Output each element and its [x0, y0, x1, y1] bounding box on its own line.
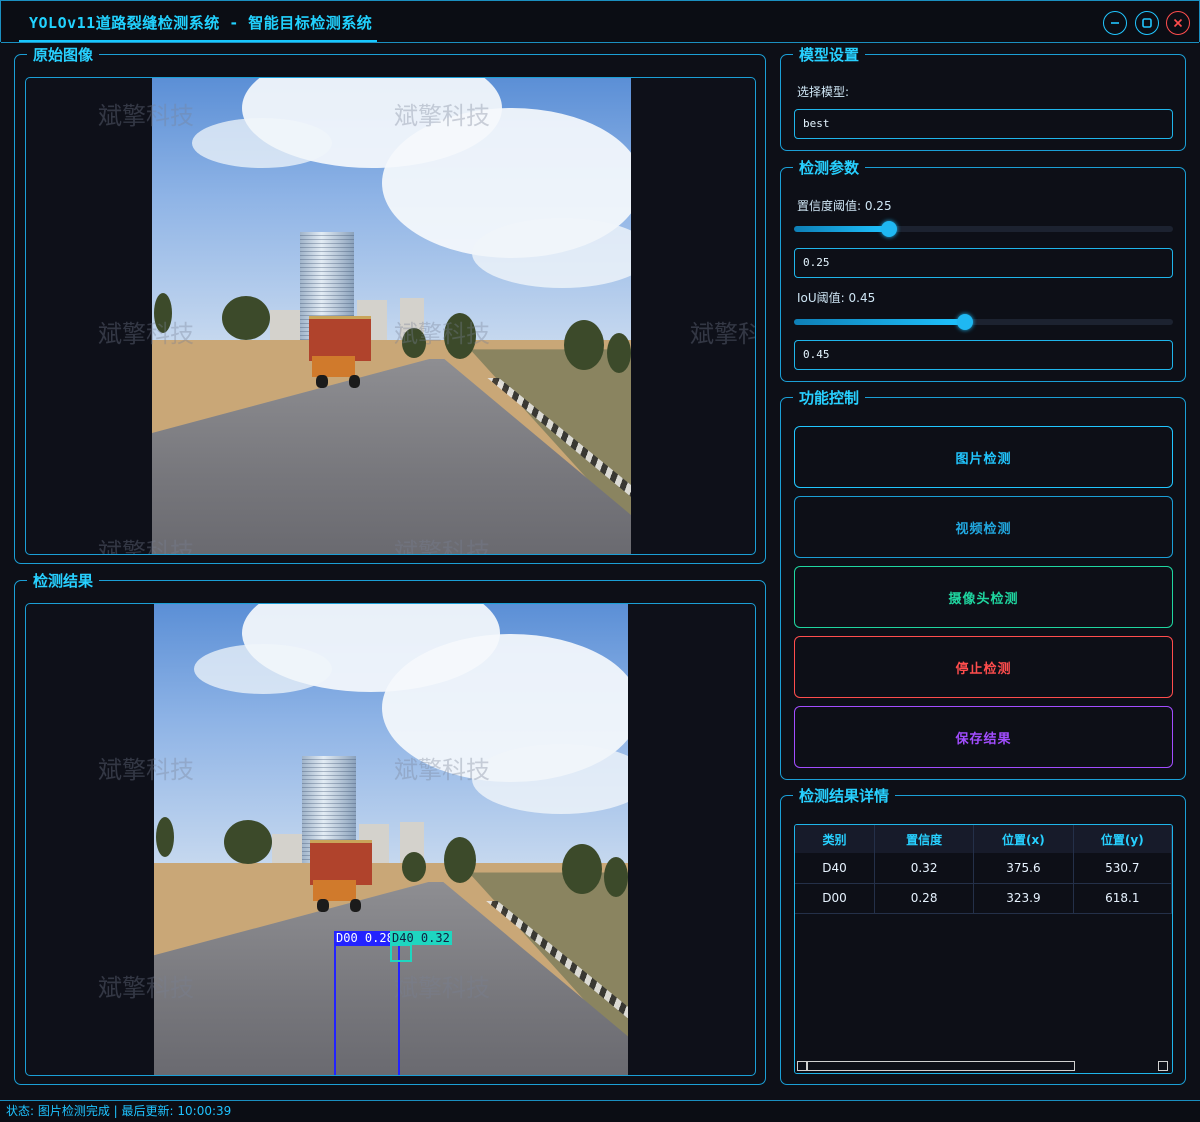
cell-y: 530.7 — [1073, 853, 1172, 884]
cell-confidence: 0.28 — [874, 883, 975, 914]
detection-box-d00 — [334, 944, 400, 1075]
save-result-button[interactable]: 保存结果 — [794, 706, 1173, 768]
model-select[interactable]: best — [794, 109, 1173, 139]
cell-x: 323.9 — [973, 883, 1074, 914]
close-button[interactable] — [1166, 11, 1190, 35]
minimize-button[interactable] — [1103, 11, 1127, 35]
model-settings-group: 模型设置 选择模型: best — [780, 45, 1186, 151]
confidence-input[interactable]: 0.25 — [794, 248, 1173, 278]
cell-y: 618.1 — [1073, 883, 1172, 914]
table-row[interactable]: D40 0.32 375.6 530.7 — [795, 853, 1172, 884]
results-header-row: 类别 置信度 位置(x) 位置(y) — [795, 825, 1172, 853]
confidence-slider-fill — [794, 226, 889, 232]
cell-confidence: 0.32 — [874, 853, 975, 884]
cell-x: 375.6 — [973, 853, 1074, 884]
scroll-right-icon[interactable] — [1158, 1061, 1168, 1071]
original-road-photo — [152, 78, 631, 554]
horizontal-scrollbar[interactable] — [795, 1059, 1172, 1073]
detection-label-d00: D00 0.28 — [334, 931, 390, 945]
watermark-text: 斌擎科技 — [690, 320, 755, 348]
results-group: 检测结果详情 类别 置信度 位置(x) 位置(y) D40 0.32 375.6… — [780, 786, 1186, 1085]
close-icon — [1173, 18, 1183, 28]
original-image-title: 原始图像 — [27, 45, 100, 65]
cell-class: D40 — [795, 853, 875, 884]
column-header-class[interactable]: 类别 — [795, 825, 875, 853]
iou-threshold-label: IoU阈值: 0.45 — [797, 291, 876, 305]
select-model-label: 选择模型: — [797, 85, 850, 99]
detection-label-d40: D40 0.32 — [390, 931, 452, 945]
stop-detect-button[interactable]: 停止检测 — [794, 636, 1173, 698]
result-image-frame: 斌擎科技 斌擎科技 斌擎科技 斌擎科技 D00 0.28 D40 0.32 — [25, 603, 756, 1076]
column-header-y[interactable]: 位置(y) — [1073, 825, 1172, 853]
title-bar: YOLOv11道路裂缝检测系统 - 智能目标检测系统 — [0, 0, 1200, 43]
iou-slider-fill — [794, 319, 965, 325]
scroll-left-icon[interactable] — [797, 1061, 807, 1071]
results-table: 类别 置信度 位置(x) 位置(y) D40 0.32 375.6 530.7 … — [795, 825, 1172, 914]
table-row[interactable]: D00 0.28 323.9 618.1 — [795, 883, 1172, 914]
model-settings-title: 模型设置 — [793, 45, 866, 65]
result-image-group: 检测结果 斌擎科技 斌擎科技 斌擎科技 斌擎科技 D00 0.28 D40 0.… — [14, 571, 766, 1085]
window-title: YOLOv11道路裂缝检测系统 - 智能目标检测系统 — [29, 14, 373, 32]
cell-class: D00 — [795, 883, 875, 914]
iou-input[interactable]: 0.45 — [794, 340, 1173, 370]
minimize-icon — [1111, 22, 1119, 24]
column-header-x[interactable]: 位置(x) — [973, 825, 1074, 853]
iou-slider[interactable] — [794, 314, 1173, 330]
controls-title: 功能控制 — [793, 388, 866, 408]
results-title: 检测结果详情 — [793, 786, 896, 806]
confidence-slider-handle[interactable] — [881, 221, 897, 237]
confidence-slider[interactable] — [794, 221, 1173, 237]
maximize-button[interactable] — [1135, 11, 1159, 35]
iou-slider-handle[interactable] — [957, 314, 973, 330]
results-table-container: 类别 置信度 位置(x) 位置(y) D40 0.32 375.6 530.7 … — [794, 824, 1173, 1074]
original-image-group: 原始图像 斌擎科技 斌擎科技 斌擎科技 斌擎科技 斌擎 斌擎科技 斌擎科技 — [14, 45, 766, 564]
column-header-confidence[interactable]: 置信度 — [874, 825, 975, 853]
detection-box-d40 — [390, 944, 412, 962]
confidence-threshold-label: 置信度阈值: 0.25 — [797, 199, 892, 213]
controls-group: 功能控制 图片检测 视频检测 摄像头检测 停止检测 保存结果 — [780, 388, 1186, 780]
image-detect-button[interactable]: 图片检测 — [794, 426, 1173, 488]
video-detect-button[interactable]: 视频检测 — [794, 496, 1173, 558]
result-image-title: 检测结果 — [27, 571, 100, 591]
scrollbar-thumb[interactable] — [807, 1061, 1075, 1071]
maximize-icon — [1142, 18, 1152, 28]
camera-detect-button[interactable]: 摄像头检测 — [794, 566, 1173, 628]
original-image-frame: 斌擎科技 斌擎科技 斌擎科技 斌擎科技 斌擎科技 斌擎科技 斌擎科技 — [25, 77, 756, 555]
detect-params-title: 检测参数 — [793, 158, 866, 178]
detect-params-group: 检测参数 置信度阈值: 0.25 0.25 IoU阈值: 0.45 0.45 — [780, 158, 1186, 382]
status-bar: 状态: 图片检测完成 | 最后更新: 10:00:39 — [0, 1100, 1200, 1122]
